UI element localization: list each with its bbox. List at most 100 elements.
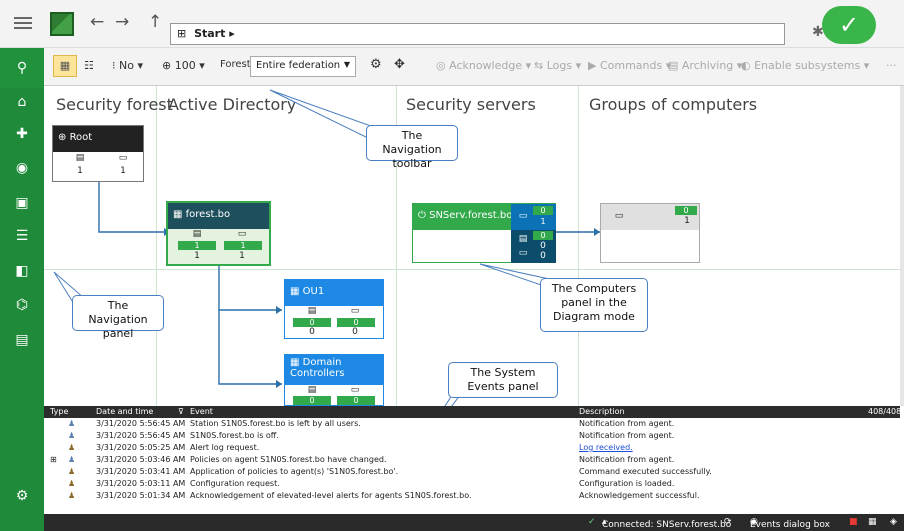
hamburger-menu-icon[interactable]	[14, 14, 32, 30]
callout-computers-panel: The Computers panel in the Diagram mode	[540, 278, 648, 332]
snserv-srv-mid: 0	[540, 241, 546, 251]
enable-subsystems-button[interactable]: ◐ Enable subsystems ▾	[741, 59, 869, 72]
sidebar-item-documents[interactable]: ▤	[0, 328, 44, 352]
forest-node-header: ▦ forest.bo	[168, 203, 269, 229]
sidebar-item-audit[interactable]: ▣	[0, 191, 44, 215]
user-icon: ♟	[68, 419, 76, 428]
sidebar-item-monitoring[interactable]: ◉	[0, 156, 44, 180]
group-bar: 0	[675, 206, 697, 215]
col-datetime[interactable]: Date and time	[96, 407, 153, 416]
events-header: Type Date and time ⊽ Event Description 4…	[44, 406, 902, 418]
sidebar-item-home[interactable]: ⌂	[0, 90, 44, 114]
domain-icon: ▦	[290, 357, 303, 368]
callout-navigation-panel: The Navigation panel	[72, 295, 164, 340]
sidebar-item-logs[interactable]: ☰	[0, 224, 44, 248]
computer-icon: ▭	[614, 211, 624, 221]
archiving-button[interactable]: ▤ Archiving ▾	[668, 59, 742, 72]
logs-button[interactable]: ⇆ Logs ▾	[534, 59, 581, 72]
network-icon: ⊞	[177, 27, 187, 40]
events-dialog-toggle[interactable]: Events dialog box ◉	[750, 517, 830, 530]
snserv-computers-block: ▭ 0 1	[511, 204, 556, 230]
list-view-icon[interactable]: ☷	[84, 59, 94, 72]
events-count: 408/408	[868, 407, 902, 416]
event-row[interactable]: ♟ 3/31/2020 5:05:25 AM Alert log request…	[44, 442, 900, 454]
up-arrow-icon[interactable]: ↑	[148, 12, 162, 32]
tray-icon[interactable]: ◈	[890, 517, 897, 527]
col-description[interactable]: Description	[579, 407, 625, 416]
title-bar: ← → ↑ ⊞ Start ▸ ✱ ✓	[0, 0, 904, 48]
servers-icon: ▤	[307, 385, 317, 395]
back-arrow-icon[interactable]: ←	[90, 12, 104, 32]
root-node-header: ⊕ Root	[53, 126, 143, 152]
zoom-dropdown[interactable]: ⊕ 100 ▾	[162, 59, 205, 72]
forest-select[interactable]: Entire federation ▼	[250, 56, 356, 77]
snserv-srv-top: 0	[533, 231, 553, 240]
security-server-node[interactable]: ⏻ SNServ.forest.bo ▭ 0 1 ▤ ▭ 0 0 0	[412, 203, 556, 263]
sidebar-item-users[interactable]: ✚	[0, 122, 44, 146]
settings-gear-icon[interactable]: ⚙	[0, 484, 44, 508]
log-received-link[interactable]: Log received.	[579, 443, 633, 452]
event-row[interactable]: ♟ 3/31/2020 5:03:11 AM Configuration req…	[44, 478, 900, 490]
dc-servers-bar: 0	[293, 396, 331, 405]
breadcrumb-start[interactable]: Start	[194, 27, 225, 40]
acknowledge-button[interactable]: ◎ Acknowledge ▾	[436, 59, 531, 72]
system-events-panel: Type Date and time ⊽ Event Description 4…	[44, 406, 902, 514]
apply-button[interactable]: ✓	[822, 6, 876, 44]
root-computers-count: 1	[120, 166, 126, 176]
sidebar-item-reports[interactable]: ◧	[0, 259, 44, 283]
group-node-header: ▭ 0 1	[601, 204, 699, 230]
root-servers-count: 1	[77, 166, 83, 176]
event-row[interactable]: ♟ 3/31/2020 5:03:41 AM Application of po…	[44, 466, 900, 478]
agents-icon[interactable]: ▦	[868, 517, 877, 527]
operator-icon: ♟	[68, 491, 76, 500]
domain-controllers-node[interactable]: ▦ Domain Controllers ▤ ▭ 0 0	[284, 354, 384, 406]
user-icon: ♟	[68, 455, 76, 464]
commands-button[interactable]: ▶ Commands ▾	[588, 59, 671, 72]
forest-node[interactable]: ▦ forest.bo ▤ ▭ 1 1 1 1	[166, 201, 271, 266]
snserv-comp-top: 0	[533, 206, 553, 215]
filter-icon[interactable]: ⊽	[178, 407, 184, 416]
refresh-icon[interactable]: ⟳	[724, 517, 732, 527]
move-icon[interactable]: ✥	[394, 57, 405, 72]
computer-icon: ▭	[237, 229, 247, 239]
connection-status[interactable]: Connected: SNServ.forest.bo ▴	[602, 517, 731, 530]
grid-view-icon[interactable]: ▦	[53, 55, 77, 77]
snserv-servers-block: ▤ ▭ 0 0 0	[511, 230, 556, 263]
ou1-servers-count: 0	[309, 327, 315, 337]
event-row[interactable]: ♟ 3/31/2020 5:56:45 AM S1N0S.forest.bo i…	[44, 430, 900, 442]
forest-computers-count: 1	[239, 251, 245, 261]
objects-icon[interactable]: ⚲	[0, 48, 44, 88]
connected-check-icon: ✓	[588, 517, 596, 527]
computers-group-node[interactable]: ▭ 0 1	[600, 203, 700, 263]
callout-navigation-toolbar: The Navigation toolbar	[366, 125, 458, 170]
diagram-canvas: Security forest Active Directory Securit…	[44, 86, 900, 406]
snserv-srv-bottom: 0	[540, 251, 546, 261]
forest-label: Forest:	[220, 59, 255, 70]
forward-arrow-icon[interactable]: →	[115, 12, 129, 32]
grouping-icon: ⁝	[112, 59, 119, 72]
alert-icon[interactable]: ■	[849, 517, 858, 527]
operator-icon: ♟	[68, 479, 76, 488]
event-row[interactable]: ♟ 3/31/2020 5:01:34 AM Acknowledgement o…	[44, 490, 900, 502]
event-row[interactable]: ♟ 3/31/2020 5:56:45 AM Station S1N0S.for…	[44, 418, 900, 430]
root-node[interactable]: ⊕ Root ▤ ▭ 1 1	[52, 125, 144, 182]
status-bar: ✓ Connected: SNServ.forest.bo ▴ ⟳ Events…	[44, 514, 904, 531]
app-window: ← → ↑ ⊞ Start ▸ ✱ ✓ ⚲ ⌂ ✚ ◉ ▣ ☰ ◧ ⌬ ▤ ⚙ …	[0, 0, 904, 531]
vertical-scrollbar[interactable]	[900, 86, 904, 406]
ou1-computers-count: 0	[352, 327, 358, 337]
grouping-dropdown[interactable]: ⁝ No ▾	[112, 59, 143, 72]
computer-icon: ▭	[350, 306, 360, 316]
col-event[interactable]: Event	[190, 407, 213, 416]
domain-icon: ▦	[290, 286, 303, 297]
servers-icon: ▤	[192, 229, 202, 239]
sidebar-item-messages[interactable]: ⌬	[0, 293, 44, 317]
breadcrumb[interactable]: ⊞ Start ▸	[170, 23, 785, 45]
event-row[interactable]: ⊞ ♟ 3/31/2020 5:03:46 AM Policies on age…	[44, 454, 900, 466]
operator-icon: ♟	[68, 467, 76, 476]
col-type[interactable]: Type	[50, 407, 68, 416]
user-icon: ♟	[68, 431, 76, 440]
settings-icon[interactable]: ⚙	[370, 57, 382, 72]
ou1-node[interactable]: ▦ OU1 ▤ ▭ 0 0 0 0	[284, 279, 384, 339]
more-icon[interactable]: ···	[886, 59, 897, 72]
expand-icon[interactable]: ⊞	[50, 455, 57, 464]
